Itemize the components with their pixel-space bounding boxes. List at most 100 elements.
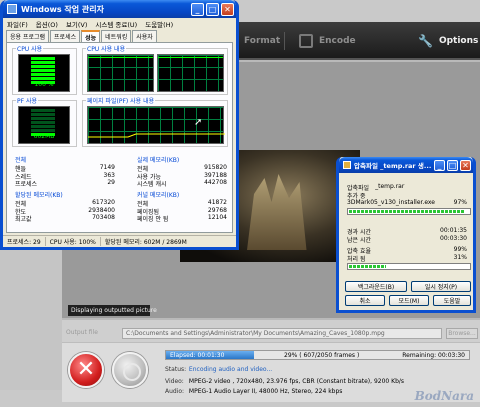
audio-info-row: Audio: MPEG-1 Audio Layer II, 48000 Hz, …	[165, 388, 343, 395]
totals-stats: 전체 핸들 7149 스레드 363 프로세스 29	[15, 157, 115, 188]
pf-meter-segment	[31, 125, 55, 128]
pf-meter-segment	[31, 133, 55, 136]
close-button[interactable]: ✕	[221, 2, 234, 16]
file-progress-bar	[347, 208, 471, 215]
dialog-title: 압축파일 _temp.rar 생...	[354, 162, 432, 170]
close-button[interactable]: ✕	[460, 159, 471, 171]
encode-icon	[299, 34, 313, 48]
tab-performance[interactable]: 성능	[81, 30, 101, 42]
cpu-usage-group: CPU 사용 100 %	[12, 44, 77, 95]
menu-view[interactable]: 보기(V)	[66, 19, 87, 29]
task-manager-window: Windows 작업 관리자 _ □ ✕ 파일(F) 옵션(O) 보기(V) 시…	[0, 0, 239, 250]
tab-users[interactable]: 사용자	[132, 30, 157, 42]
stat-row: 프로세스 29	[15, 179, 115, 188]
maximize-button[interactable]: □	[447, 159, 458, 171]
stat-row: 스레드 363	[15, 171, 115, 181]
stat-row: 최고값 703408	[15, 214, 115, 223]
tab-strip: 응용 프로그램 프로세스 성능 네트워킹 사용자	[3, 30, 236, 42]
cpu-history-graph-core2	[157, 54, 224, 92]
archive-progress-dialog: 압축파일 _temp.rar 생... _ □ ✕ 압축파일 _temp.rar…	[336, 157, 476, 313]
performance-panel: CPU 사용 100 % CPU 사용 내용 PF 사용 602MB 페이지 파…	[6, 42, 233, 233]
minimize-button[interactable]: _	[191, 2, 204, 16]
pf-meter-segment	[31, 113, 55, 116]
stat-row: 전체 41872	[137, 199, 227, 208]
output-label: Output file	[66, 329, 98, 336]
stat-row: 핸들 7149	[15, 164, 115, 173]
output-path-field[interactable]: C:\Documents and Settings\Administrator\…	[122, 328, 442, 339]
help-button[interactable]: 도움말	[433, 295, 471, 306]
kernel-memory-stats: 커널 메모리(KB) 전체 41872 페이징됨 29768 페이징 안 됨 1210…	[137, 192, 227, 223]
pf-history-graph: ➚	[87, 106, 225, 144]
mode-button[interactable]: 모드(M)	[389, 295, 429, 306]
task-manager-titlebar[interactable]: Windows 작업 관리자 _ □ ✕	[3, 0, 236, 18]
cpu-meter-segment	[31, 77, 55, 80]
archive-dialog-titlebar[interactable]: 압축파일 _temp.rar 생... _ □ ✕	[339, 157, 473, 173]
tab-networking[interactable]: 네트워킹	[101, 30, 132, 42]
menu-shutdown[interactable]: 시스템 종료(U)	[95, 19, 137, 29]
status-bar: 프로세스: 29 CPU 사용: 100% 할당된 메모리: 602M / 28…	[3, 235, 236, 247]
frames-label: 29% ( 607/2050 frames )	[284, 352, 360, 359]
pf-meter-segment	[31, 109, 55, 112]
status-row: Status: Encoding audio and video...	[165, 366, 273, 373]
processed-row: 처리 됨 31%	[347, 254, 467, 263]
physical-memory-stats: 실제 메모리(KB) 전체 915820 사용 가능 397188 시스템 캐시 44…	[137, 157, 227, 188]
pf-meter-segment	[31, 121, 55, 124]
remaining-time-row: 남은 시간 00:03:30	[347, 235, 467, 244]
options-button[interactable]: 🔧 Options	[418, 32, 478, 50]
pf-history-group: 페이지 파일(PF) 사용 내용 ➚	[82, 96, 228, 147]
cancel-encode-button[interactable]: ✕	[68, 352, 104, 388]
browse-button[interactable]: Browse...	[446, 328, 478, 339]
cancel-button[interactable]: 취소	[345, 295, 385, 306]
menu-file[interactable]: 파일(F)	[7, 19, 28, 29]
cpu-meter-segment	[31, 57, 55, 60]
tab-processes[interactable]: 프로세스	[50, 30, 81, 42]
stat-row: 페이징됨 29768	[137, 206, 227, 216]
stat-row: 페이징 안 됨 12104	[137, 214, 227, 223]
elapsed-label: Elapsed: 00:01:30	[170, 352, 225, 359]
watermark-logo: BodNara	[414, 389, 474, 403]
remaining-label: Remaining: 00:03:30	[402, 352, 465, 359]
stat-row: 전체 617320	[15, 199, 115, 208]
cpu-meter-segment	[31, 73, 55, 76]
menu-help[interactable]: 도움말(H)	[145, 19, 173, 29]
stat-row: 전체 915820	[137, 164, 227, 173]
pf-history-line	[88, 133, 225, 138]
encode-progress-bar: Elapsed: 00:01:30 29% ( 607/2050 frames …	[165, 350, 470, 360]
total-progress-bar	[347, 263, 471, 270]
pf-usage-meter: 602MB	[18, 106, 70, 144]
stat-row: 시스템 캐시 442708	[137, 179, 227, 188]
file-progress-fill	[349, 210, 466, 213]
archive-icon	[343, 161, 351, 169]
minimize-button[interactable]: _	[434, 159, 445, 171]
encode-button[interactable]: Encode	[284, 32, 356, 50]
preview-status-label: Displaying outputted picture	[68, 305, 157, 316]
commit-memory-stats: 할당된 메모리(KB) 전체 617320 한도 2938400 최고값 703408	[15, 192, 115, 223]
cpu-history-graph-core1	[87, 54, 154, 92]
status-cpu: CPU 사용: 100%	[46, 237, 101, 246]
maximize-button[interactable]: □	[206, 2, 219, 16]
close-icon: ✕	[76, 357, 96, 382]
menu-bar: 파일(F) 옵션(O) 보기(V) 시스템 종료(U) 도움말(H)	[3, 18, 236, 29]
menu-options[interactable]: 옵션(O)	[36, 19, 58, 29]
current-file-row: 3DMark05_v130_installer.exe 97%	[347, 199, 467, 206]
status-commit: 할당된 메모리: 602M / 2869M	[104, 239, 187, 246]
output-row: Output file C:\Documents and Settings\Ad…	[62, 327, 480, 341]
pause-button[interactable]: 일시 정지(P)	[411, 281, 471, 292]
wrench-icon: 🔧	[418, 34, 433, 48]
status-processes: 프로세스: 29	[3, 237, 46, 246]
stat-row: 사용 가능 397188	[137, 171, 227, 181]
mouse-cursor-icon: ➚	[194, 117, 203, 128]
task-manager-icon	[7, 4, 17, 14]
total-progress-fill	[349, 265, 387, 268]
pause-encode-button[interactable]	[112, 352, 148, 388]
tab-applications[interactable]: 응용 프로그램	[6, 30, 50, 42]
cpu-meter-segment	[31, 69, 55, 72]
pf-usage-group: PF 사용 602MB	[12, 96, 77, 147]
video-info-row: Video: MPEG-2 video , 720x480, 23.976 fp…	[165, 378, 405, 385]
cpu-usage-meter: 100 %	[18, 54, 70, 92]
stat-row: 한도 2938400	[15, 206, 115, 216]
pf-meter-segment	[31, 117, 55, 120]
background-button[interactable]: 백그라운드(B)	[345, 281, 407, 292]
cpu-meter-segment	[31, 81, 55, 84]
pf-meter-segment	[31, 129, 55, 132]
